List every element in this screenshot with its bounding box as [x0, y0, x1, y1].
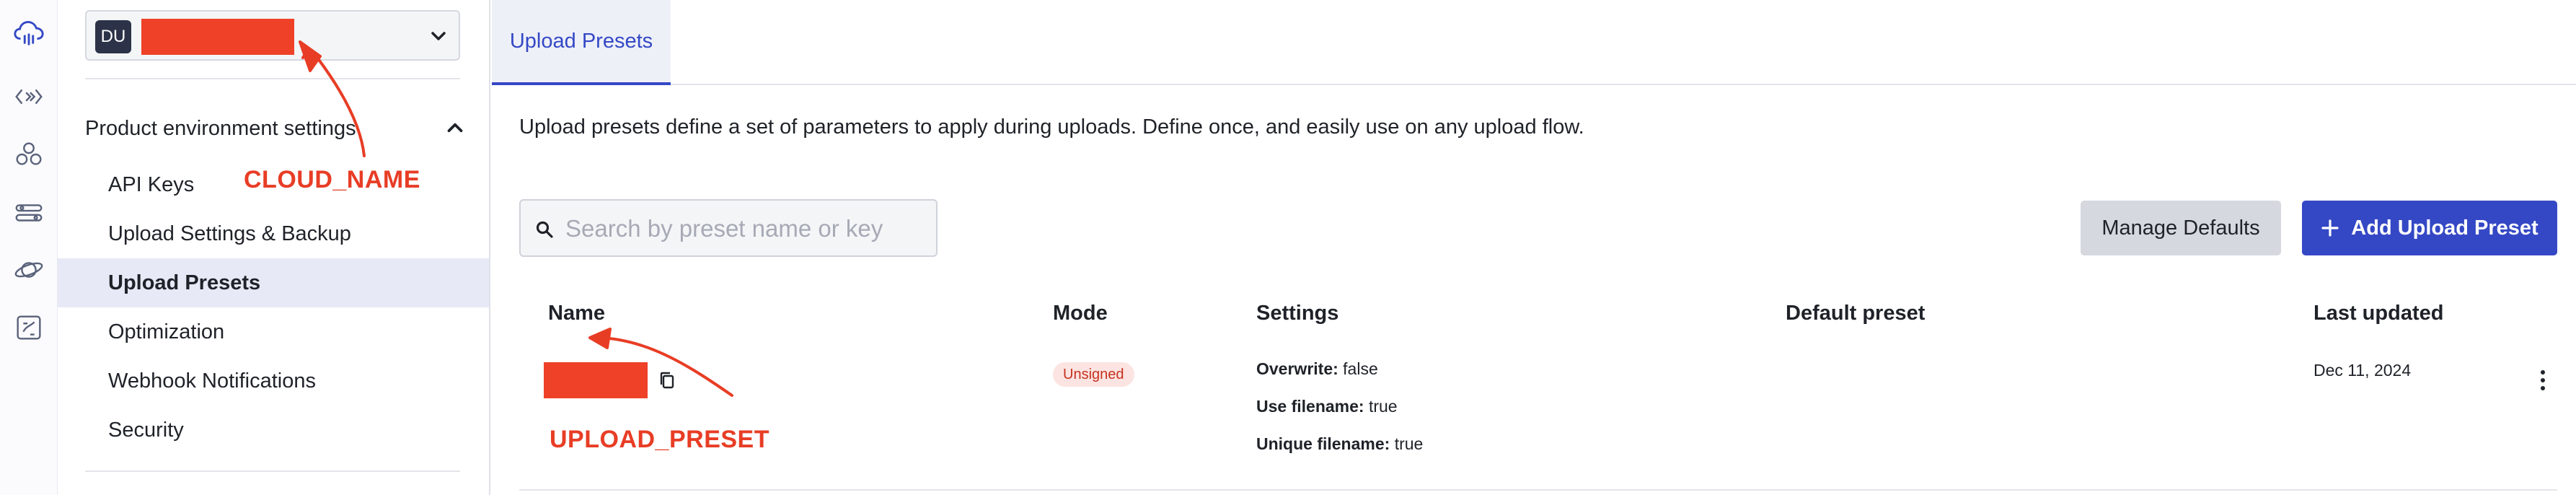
- search-box: [519, 199, 938, 257]
- copy-icon[interactable]: [656, 369, 678, 391]
- add-upload-preset-button[interactable]: Add Upload Preset: [2302, 201, 2557, 255]
- setting-key: Use filename:: [1256, 397, 1364, 416]
- media-flow-icon[interactable]: [10, 78, 48, 115]
- sidebar-divider: [85, 78, 460, 79]
- page-description: Upload presets define a set of parameter…: [519, 115, 1584, 139]
- cloudinary-logo-icon[interactable]: [10, 13, 48, 51]
- environment-avatar: DU: [95, 20, 131, 53]
- section-toggle[interactable]: Product environment settings: [85, 108, 467, 149]
- last-updated-date: Dec 11, 2024: [2313, 361, 2412, 380]
- sidebar-item-upload-settings[interactable]: Upload Settings & Backup: [58, 209, 489, 258]
- preset-name-redaction: [544, 362, 648, 398]
- cloud-name-annotation: CLOUD_NAME: [244, 166, 420, 193]
- more-options-icon[interactable]: [2534, 368, 2551, 393]
- mode-badge: Unsigned: [1053, 362, 1134, 387]
- setting-value: true: [1368, 397, 1398, 416]
- column-header-mode[interactable]: Mode: [1053, 302, 1108, 325]
- row-divider: [519, 489, 2557, 491]
- sidebar-item-security[interactable]: Security: [58, 406, 489, 455]
- setting-key: Unique filename:: [1256, 434, 1390, 453]
- tab-bar: Upload Presets: [492, 0, 2576, 85]
- setting-overwrite: Overwrite: false: [1256, 359, 1378, 379]
- tab-upload-presets[interactable]: Upload Presets: [492, 0, 671, 85]
- cloud-name-redaction: [141, 19, 294, 55]
- section-title: Product environment settings: [85, 117, 356, 140]
- column-header-last-updated[interactable]: Last updated: [2313, 302, 2443, 325]
- setting-key: Overwrite:: [1256, 359, 1338, 378]
- setting-value: false: [1343, 359, 1378, 378]
- setting-value: true: [1394, 434, 1424, 453]
- column-header-settings[interactable]: Settings: [1256, 302, 1338, 325]
- icon-rail: [0, 0, 58, 495]
- add-upload-preset-label: Add Upload Preset: [2351, 216, 2538, 240]
- sidebar-item-upload-presets[interactable]: Upload Presets: [58, 258, 489, 307]
- programmable-media-icon[interactable]: [10, 309, 48, 346]
- plus-icon: [2321, 219, 2339, 237]
- sidebar-item-optimization[interactable]: Optimization: [58, 307, 489, 356]
- column-header-default-preset[interactable]: Default preset: [1786, 302, 1925, 325]
- environment-selector[interactable]: DU: [85, 10, 460, 61]
- manage-defaults-button[interactable]: Manage Defaults: [2081, 201, 2281, 255]
- chevron-up-icon: [447, 123, 463, 133]
- setting-use-filename: Use filename: true: [1256, 397, 1398, 416]
- assets-icon[interactable]: [10, 136, 48, 173]
- setting-unique-filename: Unique filename: true: [1256, 434, 1423, 454]
- main-content: Upload Presets Upload presets define a s…: [492, 0, 2576, 495]
- settings-sidebar: DU Product environment settings API Keys…: [58, 0, 490, 495]
- search-icon: [536, 221, 553, 238]
- sidebar-divider: [85, 470, 460, 472]
- planet-icon[interactable]: [10, 251, 48, 289]
- sidebar-item-webhook-notifications[interactable]: Webhook Notifications: [58, 356, 489, 406]
- search-input[interactable]: [565, 211, 926, 247]
- column-header-name[interactable]: Name: [548, 302, 605, 325]
- transform-icon[interactable]: [10, 193, 48, 231]
- chevron-down-icon: [431, 32, 446, 40]
